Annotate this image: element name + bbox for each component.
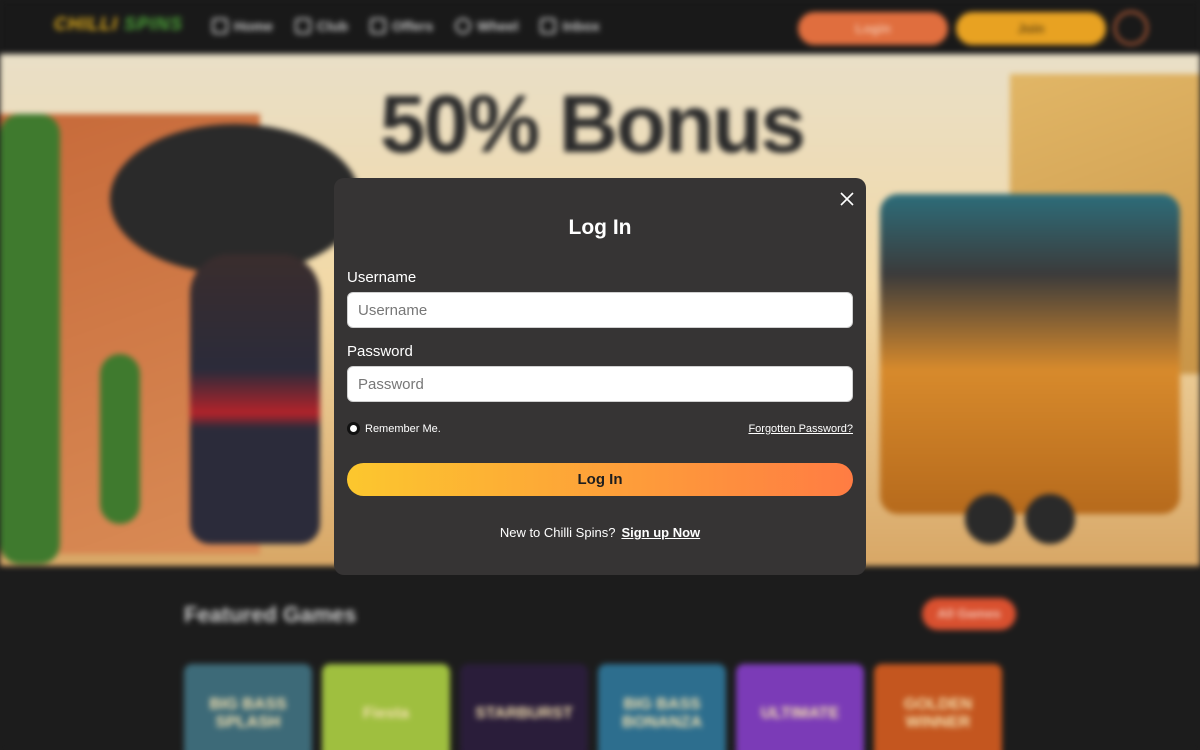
nav-item-wheel[interactable]: Wheel: [455, 18, 518, 34]
remember-me-option[interactable]: Remember Me.: [347, 422, 441, 435]
header-join-button[interactable]: Join: [956, 12, 1106, 45]
forgotten-password-link[interactable]: Forgotten Password?: [748, 423, 853, 435]
password-label: Password: [347, 343, 413, 360]
game-tile[interactable]: BIG BASS BONANZA: [598, 664, 726, 750]
featured-games-section: Featured Games All Games BIG BASS SPLASH…: [0, 566, 1200, 750]
nav-item-inbox[interactable]: Inbox: [540, 18, 600, 34]
signup-row: New to Chilli Spins? Sign up Now: [334, 525, 866, 540]
nav-label: Inbox: [562, 18, 600, 34]
game-tile[interactable]: Fiesta: [322, 664, 450, 750]
wheel-icon: [455, 18, 472, 34]
home-icon: [212, 18, 228, 34]
sombrero-image: [110, 124, 360, 274]
modal-title: Log In: [568, 216, 632, 239]
logo-text-chilli: CHILLI: [54, 14, 118, 34]
login-modal: Log In Username Password Remember Me. Fo…: [334, 178, 866, 575]
nav-item-home[interactable]: Home: [212, 18, 273, 34]
truck-wheel: [965, 494, 1015, 544]
site-logo[interactable]: CHILLI SPINS: [54, 14, 183, 35]
username-label: Username: [347, 269, 417, 286]
nav-item-club[interactable]: Club: [294, 18, 349, 34]
game-tiles: BIG BASS SPLASH Fiesta STARBURST BIG BAS…: [184, 664, 1002, 750]
ticket-icon: [370, 18, 387, 34]
header-login-button[interactable]: Login: [798, 12, 948, 45]
nav-label: Offers: [392, 18, 434, 34]
signup-link[interactable]: Sign up Now: [621, 525, 700, 540]
remember-me-radio[interactable]: [347, 422, 360, 435]
close-icon[interactable]: [838, 190, 856, 208]
game-tile[interactable]: BIG BASS SPLASH: [184, 664, 312, 750]
user-icon[interactable]: [1114, 11, 1148, 45]
password-input[interactable]: [347, 366, 853, 402]
cactus-image: [0, 114, 60, 564]
featured-games-title: Featured Games: [184, 602, 357, 627]
close-icon-glyph: [840, 192, 854, 206]
mascot-image: [190, 254, 320, 544]
top-navigation-bar: CHILLI SPINS Home Club Offers Wheel Inbo…: [0, 0, 1200, 54]
login-submit-button[interactable]: Log In: [347, 463, 853, 496]
all-games-button[interactable]: All Games: [922, 598, 1016, 630]
food-truck-image: [880, 194, 1180, 514]
nav-label: Home: [234, 18, 273, 34]
game-tile[interactable]: ULTIMATE: [736, 664, 864, 750]
logo-text-spins: SPINS: [124, 14, 184, 34]
star-icon: [294, 18, 311, 34]
mail-icon: [540, 18, 557, 34]
nav-label: Club: [316, 18, 349, 34]
hero-headline: 50% Bonus: [380, 79, 806, 170]
cactus-image: [100, 354, 140, 524]
truck-wheel: [1025, 494, 1075, 544]
game-tile[interactable]: GOLDEN WINNER: [874, 664, 1002, 750]
remember-me-label: Remember Me.: [365, 422, 441, 435]
signup-prompt: New to Chilli Spins?: [499, 525, 616, 540]
game-tile[interactable]: STARBURST: [460, 664, 588, 750]
nav-label: Wheel: [477, 18, 519, 34]
nav-item-offers[interactable]: Offers: [370, 18, 433, 34]
username-input[interactable]: [347, 292, 853, 328]
page: CHILLI SPINS Home Club Offers Wheel Inbo…: [0, 0, 1200, 750]
main-nav: Home Club Offers Wheel Inbox: [212, 18, 600, 34]
